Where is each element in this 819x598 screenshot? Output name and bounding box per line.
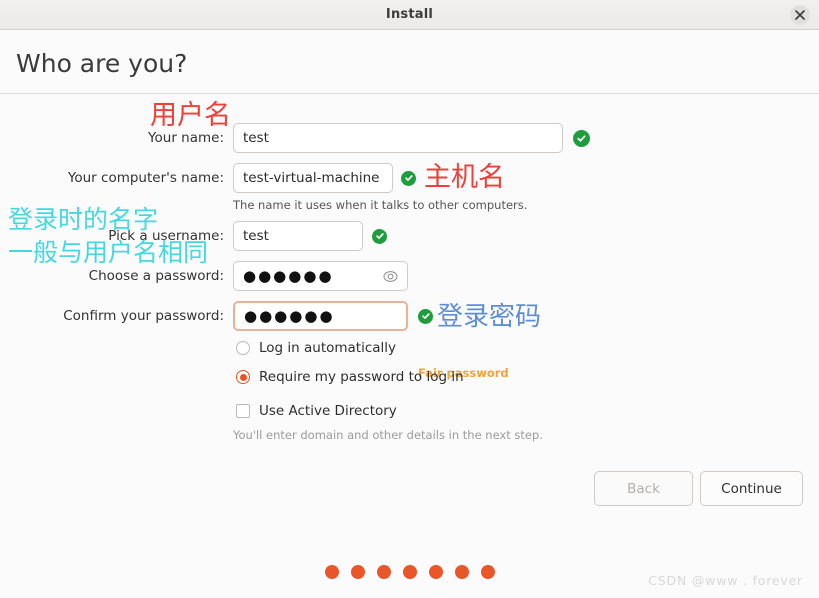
label-use-active-directory: Use Active Directory xyxy=(259,403,397,419)
label-login-automatically: Log in automatically xyxy=(259,340,397,356)
input-computer-name[interactable]: test-virtual-machine xyxy=(233,163,393,193)
close-glyph xyxy=(795,10,805,20)
label-confirm-password: Confirm your password: xyxy=(63,308,224,324)
annotation-username-line1: 登录时的名字 xyxy=(8,205,159,234)
progress-dot xyxy=(480,565,495,579)
back-button-label: Back xyxy=(627,480,660,497)
check-circle-icon-confirm-password xyxy=(418,308,433,324)
progress-dot xyxy=(402,565,417,579)
check-circle-icon-your-name xyxy=(573,129,590,147)
check-circle-icon-username xyxy=(372,228,387,244)
progress-dot xyxy=(324,565,339,579)
option-use-active-directory[interactable]: Use Active Directory xyxy=(236,403,397,419)
check-glyph xyxy=(577,134,586,142)
label-computer-name: Your computer's name: xyxy=(67,170,224,186)
input-password-value: ●●●●●● xyxy=(243,266,334,285)
continue-button-label: Continue xyxy=(721,480,782,497)
progress-dot xyxy=(454,565,469,579)
checkbox-use-active-directory[interactable] xyxy=(236,404,250,418)
radio-require-password[interactable] xyxy=(236,370,250,384)
option-login-automatically[interactable]: Log in automatically xyxy=(236,340,396,356)
window-title: Install xyxy=(385,7,434,22)
progress-dot xyxy=(350,565,365,579)
label-your-name: Your name: xyxy=(148,130,224,146)
window-titlebar: Install xyxy=(0,0,819,30)
annotation-username-line2: 一般与用户名相同 xyxy=(8,238,209,267)
annotation-your-name: 用户名 xyxy=(150,100,231,131)
field-row-computer-name: Your computer's name: test-virtual-machi… xyxy=(0,163,600,193)
check-circle-icon-computer-name xyxy=(401,170,416,186)
computer-name-hint: The name it uses when it talks to other … xyxy=(233,198,528,212)
annotation-password: 登录密码 xyxy=(437,302,542,332)
check-glyph xyxy=(421,313,430,319)
back-button[interactable]: Back xyxy=(594,471,693,506)
option-require-password[interactable]: Require my password to log in xyxy=(236,369,464,385)
eye-glyph xyxy=(383,270,398,282)
close-icon[interactable] xyxy=(790,5,810,25)
progress-dot xyxy=(376,565,391,579)
input-confirm-password-value: ●●●●●● xyxy=(244,306,335,325)
check-glyph xyxy=(375,233,384,239)
label-require-password: Require my password to log in xyxy=(259,369,464,385)
eye-icon[interactable] xyxy=(383,270,398,283)
field-row-your-name: Your name: test xyxy=(0,123,600,153)
input-your-name[interactable]: test xyxy=(233,123,563,153)
input-username-value: test xyxy=(243,228,269,244)
watermark: CSDN @www . forever xyxy=(648,573,803,588)
active-directory-hint: You'll enter domain and other details in… xyxy=(233,428,543,442)
radio-login-automatically[interactable] xyxy=(236,341,250,355)
progress-dot xyxy=(428,565,443,579)
page-title: Who are you? xyxy=(16,49,188,78)
page-header: Who are you? xyxy=(0,31,819,94)
label-password: Choose a password: xyxy=(88,268,224,284)
continue-button[interactable]: Continue xyxy=(700,471,803,506)
annotation-computer-name: 主机名 xyxy=(424,162,505,193)
input-password[interactable]: ●●●●●● xyxy=(233,261,408,291)
input-username[interactable]: test xyxy=(233,221,363,251)
check-glyph xyxy=(404,175,413,181)
input-confirm-password[interactable]: ●●●●●● xyxy=(233,301,408,331)
input-your-name-value: test xyxy=(243,130,269,146)
input-computer-name-value: test-virtual-machine xyxy=(243,170,380,186)
